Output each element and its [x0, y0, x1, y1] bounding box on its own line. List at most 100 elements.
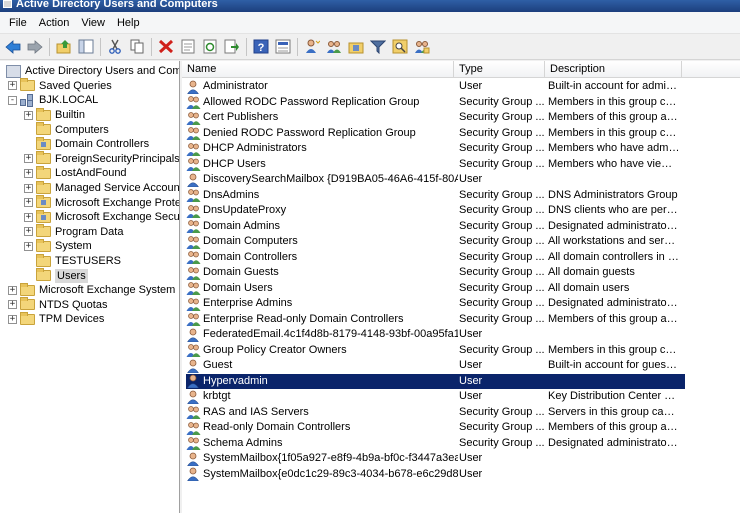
filter-icon[interactable] — [368, 37, 387, 56]
add-to-group-icon[interactable] — [412, 37, 431, 56]
copy-icon[interactable] — [127, 37, 146, 56]
list-row[interactable]: SystemMailbox{e0dc1c29-89c3-4034-b678-e6… — [186, 467, 685, 483]
group-icon — [186, 405, 201, 420]
expand-icon[interactable]: + — [24, 110, 33, 120]
list-row[interactable]: DHCP Administrators Security Group ... Mem… — [186, 141, 685, 157]
column-header-type[interactable]: Type — [454, 61, 545, 78]
new-user-icon[interactable] — [302, 37, 321, 56]
tree-item[interactable]: + Program Data — [24, 224, 123, 240]
expand-icon[interactable]: + — [24, 154, 33, 164]
list-row[interactable]: Cert Publishers Security Group ... Members… — [186, 110, 685, 126]
list-row[interactable]: DnsUpdateProxy Security Group ... DNS clie… — [186, 203, 685, 219]
list-row[interactable]: RAS and IAS Servers Security Group ... Ser… — [186, 405, 685, 421]
tree-item[interactable]: Computers — [24, 122, 109, 137]
expand-icon[interactable]: + — [8, 81, 17, 91]
list-row[interactable]: Domain Users Security Group ... All domain… — [186, 281, 685, 297]
list-row[interactable]: Guest User Built-in account for guest ... — [186, 358, 685, 374]
list-row[interactable]: Domain Admins Security Group ... Designate… — [186, 219, 685, 235]
tree-item[interactable]: + Microsoft Exchange Protect — [24, 195, 179, 210]
tree-item[interactable]: + Microsoft Exchange Securit — [24, 209, 179, 225]
collapse-icon[interactable]: - — [8, 95, 17, 105]
list-row[interactable]: FederatedEmail.4c1f4d8b-8179-4148-93bf-0… — [186, 327, 685, 343]
column-header-description[interactable]: Description — [545, 61, 682, 78]
cut-icon[interactable] — [105, 37, 124, 56]
tree-item[interactable]: + Microsoft Exchange System — [8, 282, 175, 298]
back-arrow-icon[interactable] — [3, 37, 22, 56]
list-row[interactable]: Group Policy Creator Owners Security Grou… — [186, 343, 685, 359]
expand-icon[interactable]: + — [8, 300, 17, 310]
list-row[interactable]: SystemMailbox{1f05a927-e8f9-4b9a-bf0c-f3… — [186, 451, 685, 467]
tree-item[interactable]: + Managed Service Accounts — [24, 180, 179, 196]
cell-name: DnsUpdateProxy — [186, 203, 458, 219]
expand-icon[interactable]: + — [24, 227, 33, 237]
menu-action[interactable]: Action — [34, 17, 77, 29]
list-row[interactable]: Domain Guests Security Group ... All domai… — [186, 265, 685, 281]
list-row[interactable]: Administrator User Built-in account for ad… — [186, 79, 685, 95]
expand-icon[interactable]: + — [24, 168, 33, 178]
expand-icon[interactable]: + — [24, 183, 33, 193]
menu-view[interactable]: View — [76, 17, 112, 29]
new-ou-icon[interactable] — [346, 37, 365, 56]
expand-icon[interactable]: + — [24, 198, 33, 208]
cell-description: All workstations and serve... — [548, 235, 680, 247]
list-row[interactable]: Hypervadmin User — [186, 373, 685, 389]
list-row[interactable]: krbtgt User Key Distribution Center Se... — [186, 389, 685, 405]
new-group-icon[interactable] — [324, 37, 343, 56]
tree-item[interactable]: + TPM Devices — [8, 311, 104, 327]
cell-description: Members who have view-... — [548, 157, 680, 170]
find-icon[interactable] — [390, 37, 409, 56]
delete-icon[interactable] — [156, 37, 175, 56]
cell-description — [548, 451, 680, 467]
tree-item[interactable]: Users — [24, 268, 88, 283]
expand-icon[interactable]: + — [24, 241, 33, 251]
tree-item[interactable]: + Builtin — [24, 107, 85, 123]
menu-help[interactable]: Help — [112, 17, 147, 29]
expand-icon[interactable]: + — [8, 314, 17, 324]
tree-item[interactable]: Active Directory Users and Comput — [6, 64, 179, 79]
list-row[interactable]: Denied RODC Password Replication Group Se… — [186, 126, 685, 142]
list-row[interactable]: DHCP Users Security Group ... Members who … — [186, 157, 685, 173]
show-hide-tree-icon[interactable] — [76, 37, 95, 56]
tree-item[interactable]: + ForeignSecurityPrincipals — [24, 151, 179, 167]
list-row[interactable]: DnsAdmins Security Group ... DNS Administr… — [186, 188, 685, 204]
object-name: Cert Publishers — [203, 111, 279, 124]
list-row[interactable]: Allowed RODC Password Replication Group S… — [186, 95, 685, 111]
up-folder-icon[interactable] — [54, 37, 73, 56]
cell-name: RAS and IAS Servers — [186, 405, 458, 421]
tree-item[interactable]: + NTDS Quotas — [8, 297, 107, 313]
tree-item-label: Saved Queries — [39, 79, 112, 92]
expand-icon[interactable]: + — [8, 285, 17, 295]
cell-type: User — [459, 359, 483, 371]
list-row[interactable]: Read-only Domain Controllers Security Gro… — [186, 420, 685, 436]
tree-item[interactable]: + Saved Queries — [8, 78, 112, 94]
list-row[interactable]: Domain Controllers Security Group ... All … — [186, 250, 685, 266]
help-icon[interactable]: ? — [251, 37, 270, 56]
console-tree[interactable]: Active Directory Users and Comput + Saved … — [0, 61, 180, 513]
expand-icon[interactable]: + — [24, 212, 33, 222]
tree-item[interactable]: Domain Controllers — [24, 136, 149, 152]
list-row[interactable]: Enterprise Read-only Domain Controllers S… — [186, 312, 685, 328]
folder-icon — [20, 311, 35, 325]
object-name: SystemMailbox{e0dc1c29-89c3-4034-b678-e6… — [203, 467, 458, 480]
list-row[interactable]: Schema Admins Security Group ... Designate… — [186, 436, 685, 452]
export-list-icon[interactable] — [222, 37, 241, 56]
menu-file[interactable]: File — [4, 17, 34, 29]
tree-item[interactable]: + LostAndFound — [24, 165, 127, 181]
cell-type: Security Group ... — [459, 297, 545, 309]
properties-icon[interactable] — [178, 37, 197, 56]
list-row[interactable]: DiscoverySearchMailbox {D919BA05-46A6-41… — [186, 172, 685, 188]
cell-name: Read-only Domain Controllers — [186, 420, 458, 436]
tree-item[interactable]: + System — [24, 238, 92, 254]
details-list[interactable]: Name Type Description Administrator User B… — [182, 61, 740, 513]
cell-name: SystemMailbox{1f05a927-e8f9-4b9a-bf0c-f3… — [186, 451, 458, 467]
forward-arrow-icon[interactable] — [25, 37, 44, 56]
tree-item-label: Users — [55, 268, 88, 283]
list-row[interactable]: Enterprise Admins Security Group ... Desig… — [186, 296, 685, 312]
tree-item[interactable]: - BJK.LOCAL — [8, 93, 98, 108]
cell-name: DnsAdmins — [186, 188, 458, 204]
list-row[interactable]: Domain Computers Security Group ... All wo… — [186, 234, 685, 250]
details-icon[interactable] — [273, 37, 292, 56]
refresh-icon[interactable] — [200, 37, 219, 56]
tree-item[interactable]: TESTUSERS — [24, 253, 121, 269]
column-header-name[interactable]: Name — [182, 61, 454, 78]
